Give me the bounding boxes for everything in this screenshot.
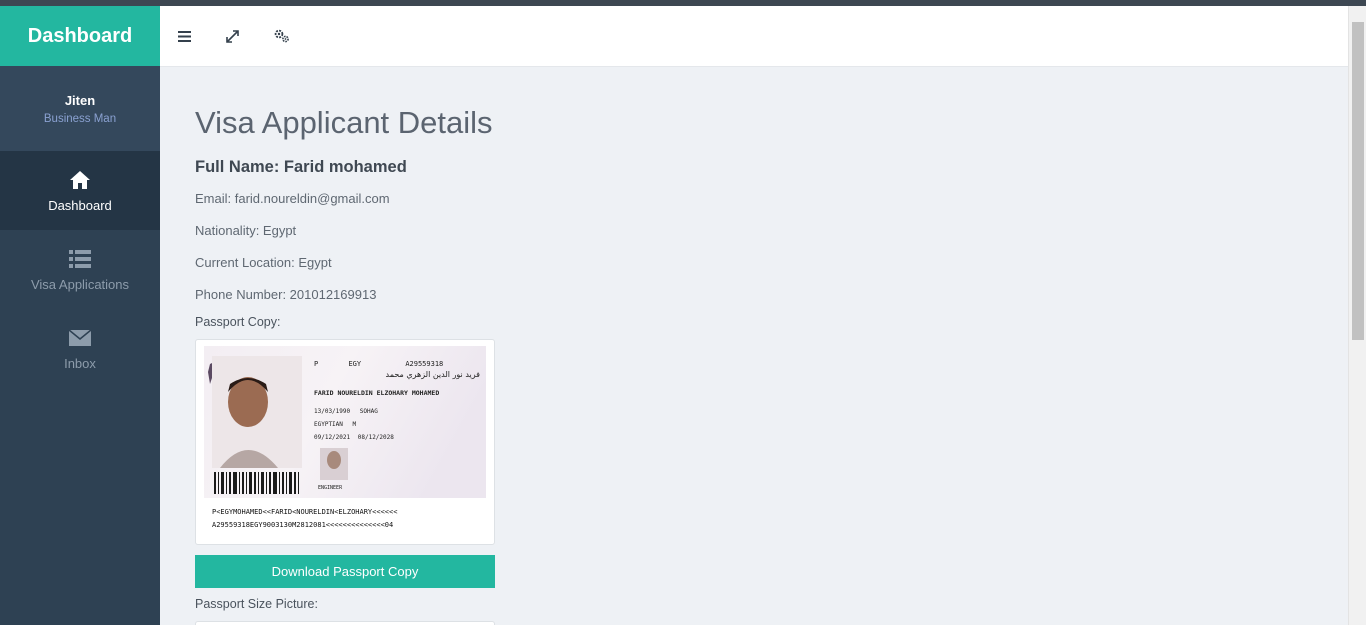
applicant-phone: Phone Number: 201012169913 <box>195 287 377 302</box>
passport-copy-image: P EGY A29559318 فريد نور الدين الزهري مح… <box>195 339 495 545</box>
menu-icon[interactable] <box>174 26 194 46</box>
passport-number: A29559318 <box>405 360 444 368</box>
user-profile: Jiten Business Man <box>0 66 160 151</box>
passport-copy-label: Passport Copy: <box>195 315 281 329</box>
sidebar-item-dashboard[interactable]: Dashboard <box>0 151 160 230</box>
passport-issue-date: 09/12/2021 <box>314 434 351 442</box>
passport-sex: M <box>352 420 357 428</box>
passport-arabic-name: فريد نور الدين الزهري محمد <box>385 370 480 380</box>
passport-mrz-line-1: P<EGYMOHAMED<<FARID<NOURELDIN<ELZOHARY<<… <box>212 508 398 516</box>
home-icon <box>69 168 91 192</box>
sidebar: Dashboard Jiten Business Man Dashboard V… <box>0 6 160 625</box>
applicant-location: Current Location: Egypt <box>195 255 332 270</box>
sidebar-item-inbox[interactable]: Inbox <box>0 309 160 388</box>
top-header <box>160 6 1348 67</box>
sidebar-item-label: Dashboard <box>48 198 112 213</box>
passport-picture-label: Passport Size Picture: <box>195 597 318 611</box>
applicant-nationality: Nationality: Egypt <box>195 223 297 238</box>
scrollbar-thumb[interactable] <box>1352 22 1364 340</box>
applicant-full-name: Full Name: Farid mohamed <box>195 158 407 176</box>
user-name: Jiten <box>64 92 96 108</box>
envelope-icon <box>69 326 91 350</box>
applicant-email: Email: farid.noureldin@gmail.com <box>195 191 390 206</box>
passport-place: SOHAG <box>359 407 378 415</box>
passport-nationality: EGYPTIAN <box>314 420 343 428</box>
passport-picture-image <box>195 621 495 625</box>
user-role: Business Man <box>43 112 117 125</box>
sidebar-item-visa-applications[interactable]: Visa Applications <box>0 230 160 309</box>
page-scrollbar[interactable] <box>1348 6 1366 625</box>
settings-icon[interactable] <box>272 26 292 46</box>
expand-icon[interactable] <box>222 26 242 46</box>
passport-dob: 13/03/1990 <box>314 407 351 415</box>
download-passport-button[interactable]: Download Passport Copy <box>195 555 495 588</box>
passport-mrz-line-2: A29559318EGY9003130M2812081<<<<<<<<<<<<<… <box>212 521 394 530</box>
brand-logo[interactable]: Dashboard <box>0 6 160 66</box>
page-title: Visa Applicant Details <box>195 105 493 140</box>
passport-profession: ENGINEER <box>318 485 343 492</box>
list-icon <box>69 247 91 271</box>
passport-latin-name: FARID NOURELDIN ELZOHARY MOHAMED <box>314 388 440 397</box>
passport-type: P <box>314 360 319 368</box>
sidebar-item-label: Visa Applications <box>30 277 130 292</box>
passport-expiry-date: 08/12/2028 <box>357 434 394 442</box>
passport-country: EGY <box>348 360 362 368</box>
sidebar-item-label: Inbox <box>64 356 96 371</box>
